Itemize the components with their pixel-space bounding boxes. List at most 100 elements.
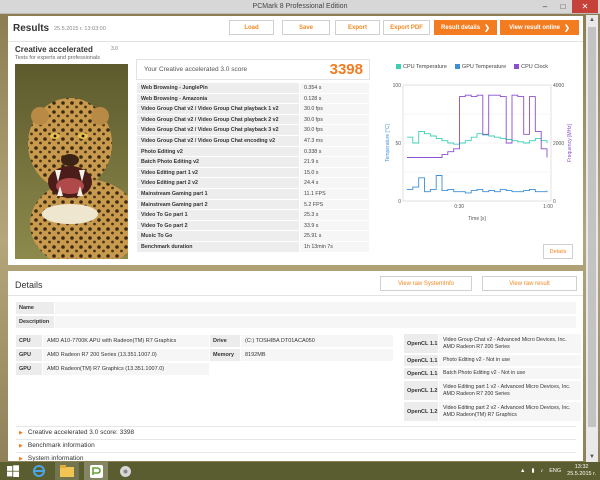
opencl-version: OpenCL 1.1	[404, 355, 438, 366]
maximize-button[interactable]: □	[554, 0, 572, 13]
result-row: Batch Photo Editing v2 21.9 s	[137, 157, 369, 168]
opencl-row: OpenCL 1.1 Photo Editing v2 - Not in use	[404, 355, 581, 366]
view-result-online-label: View result online	[509, 24, 561, 31]
y-axis-left-label: Temperature [°C]	[385, 123, 391, 161]
result-value: 30.0 fps	[299, 125, 369, 135]
hw-drive-row-label: Drive	[210, 335, 240, 347]
chevron-right-icon: ❯	[484, 24, 490, 32]
result-value: 15.0 s	[299, 167, 369, 178]
result-row: Mainstream Gaming part 2 5.2 FPS	[137, 199, 369, 211]
file-explorer-icon[interactable]	[55, 462, 79, 480]
expander-label: System information	[27, 455, 84, 461]
legend-cpu-clock: CPU Clock	[514, 64, 548, 70]
hw-cpu-row-label: CPU	[16, 335, 42, 347]
hw-cpu-row-value: AMD A10-7700K APU with Radeon(TM) R7 Gra…	[43, 335, 209, 347]
expander-label: Creative accelerated 3.0 score: 3398	[27, 429, 135, 436]
hw-drive-row: Drive (C:) TOSHIBA DT01ACA050	[210, 335, 393, 347]
description-row: Description	[16, 316, 576, 328]
view-raw-result-button[interactable]: View raw result	[482, 276, 577, 291]
result-row: Mainstream Gaming part 1 11.1 FPS	[137, 188, 369, 200]
network-icon[interactable]: ▮	[531, 468, 534, 474]
details-divider	[8, 295, 583, 296]
chevron-right-icon: ❯	[564, 24, 570, 32]
internet-explorer-icon[interactable]	[28, 462, 50, 480]
result-row: Video To Go part 1 25.3 s	[137, 210, 369, 221]
result-value: 0.354 s	[299, 83, 369, 93]
close-button[interactable]: ✕	[572, 0, 598, 13]
hw-gpu-row: GPU AMD Radeon R7 200 Series (13.351.1007…	[16, 349, 209, 361]
export-pdf-button[interactable]: Export PDF	[383, 20, 430, 35]
opencl-row: OpenCL 1.2 Video Editing part 2 v2 - Adva…	[404, 402, 581, 421]
view-raw-systeminfo-button[interactable]: View raw SystemInfo	[380, 276, 472, 291]
load-button[interactable]: Load	[229, 20, 274, 35]
result-name: Video Group Chat v2 / Video Group Chat p…	[137, 114, 299, 125]
x-axis-label: Time [s]	[468, 216, 486, 222]
result-name: Music To Go	[137, 231, 299, 241]
benchmark-name: Creative accelerated	[15, 45, 93, 54]
media-app-icon[interactable]	[114, 462, 136, 480]
opencl-version: OpenCL 1.1	[404, 334, 438, 353]
result-value: 24.4 s	[299, 178, 369, 188]
taskbar: ▲ ▮ ♪ ENG 13:32 25.5.2015 г.	[0, 462, 600, 480]
result-row: Video Group Chat v2 / Video Group Chat p…	[137, 104, 369, 115]
hw-cpu-row: CPU AMD A10-7700K APU with Radeon(TM) R7 …	[16, 335, 209, 347]
system-tray: ▲ ▮ ♪ ENG 13:32 25.5.2015 г.	[520, 464, 596, 478]
y-left-tick: 100	[393, 83, 402, 89]
result-name: Video Group Chat v2 / Video Group Chat p…	[137, 104, 299, 114]
clock[interactable]: 13:32 25.5.2015 г.	[567, 464, 596, 478]
result-row: Web Browsing - Amazonia 0.128 s	[137, 93, 369, 105]
name-label: Name	[16, 302, 54, 314]
view-result-online-button[interactable]: View result online ❯	[500, 20, 579, 35]
opencl-row: OpenCL 1.1 Batch Photo Editing v2 - Not i…	[404, 368, 581, 379]
result-name: Video To Go part 1	[137, 210, 299, 220]
result-row: Video Editing part 1 v2 15.0 s	[137, 167, 369, 179]
result-row: Benchmark duration 1h 13min 7s	[137, 241, 369, 253]
hw-memory-row-value: 8192MB	[241, 349, 393, 361]
result-value: 30.0 fps	[299, 114, 369, 125]
hw-memory-row-label: Memory	[210, 349, 240, 361]
result-details-button[interactable]: Result details ❯	[434, 20, 497, 35]
result-row: Photo Editing v2 0.338 s	[137, 146, 369, 158]
clock-date: 25.5.2015 г.	[567, 471, 596, 477]
expand-arrow-icon: ▶	[19, 443, 23, 449]
chart-plot: 100 50 0 4000 2000 0 0:30 1:00 Temperature [°C]…	[385, 83, 573, 222]
save-button[interactable]: Save	[282, 20, 330, 35]
result-row: Video To Go part 2 33.9 s	[137, 220, 369, 232]
result-name: Video Group Chat v2 / Video Group Chat e…	[137, 135, 299, 146]
language-indicator[interactable]: ENG	[549, 468, 561, 474]
volume-icon[interactable]: ♪	[540, 468, 543, 474]
minimize-button[interactable]: –	[536, 0, 554, 13]
hw-gpu-row-value: AMD Radeon R7 200 Series (13.351.1007.0)	[43, 349, 209, 361]
expand-arrow-icon: ▶	[19, 430, 23, 436]
result-value: 33.9 s	[299, 220, 369, 231]
result-row: Video Group Chat v2 / Video Group Chat e…	[137, 135, 369, 147]
hw-gpu-row-label: GPU	[16, 349, 42, 361]
result-details-label: Result details	[441, 24, 481, 31]
hw-memory-row: Memory 8192MB	[210, 349, 393, 361]
name-value	[55, 302, 576, 314]
opencl-version: OpenCL 1.2	[404, 402, 438, 421]
expander-row[interactable]: ▶ System information	[16, 452, 576, 461]
pcmark-icon[interactable]	[84, 462, 108, 480]
result-value: 11.1 FPS	[299, 188, 369, 199]
details-panel: Details View raw SystemInfo View raw res…	[8, 271, 583, 461]
chart-details-button[interactable]: Details	[543, 244, 573, 259]
expander-row[interactable]: ▶ Benchmark information	[16, 439, 576, 451]
scrollbar[interactable]: ▲ ▼	[586, 15, 598, 462]
results-table: Web Browsing - JunglePin 0.354 s Web Brows…	[137, 83, 369, 253]
scroll-up-icon[interactable]: ▲	[586, 15, 598, 25]
score-label: Your Creative accelerated 3.0 score	[144, 66, 248, 73]
expand-arrow-icon: ▶	[19, 456, 23, 461]
scroll-thumb[interactable]	[588, 27, 596, 427]
result-name: Video To Go part 2	[137, 220, 299, 231]
tray-chevron-icon[interactable]: ▲	[520, 468, 525, 474]
result-value: 0.128 s	[299, 93, 369, 104]
start-button[interactable]	[2, 462, 24, 480]
scroll-down-icon[interactable]: ▼	[586, 452, 598, 462]
expander-label: Benchmark information	[27, 442, 95, 449]
export-button[interactable]: Export	[335, 20, 380, 35]
expander-row[interactable]: ▶ Creative accelerated 3.0 score: 3398	[16, 426, 576, 438]
opencl-usage: Batch Photo Editing v2 - Not in use	[439, 368, 581, 379]
result-value: 25.91 s	[299, 231, 369, 241]
leopard-image	[15, 64, 128, 259]
